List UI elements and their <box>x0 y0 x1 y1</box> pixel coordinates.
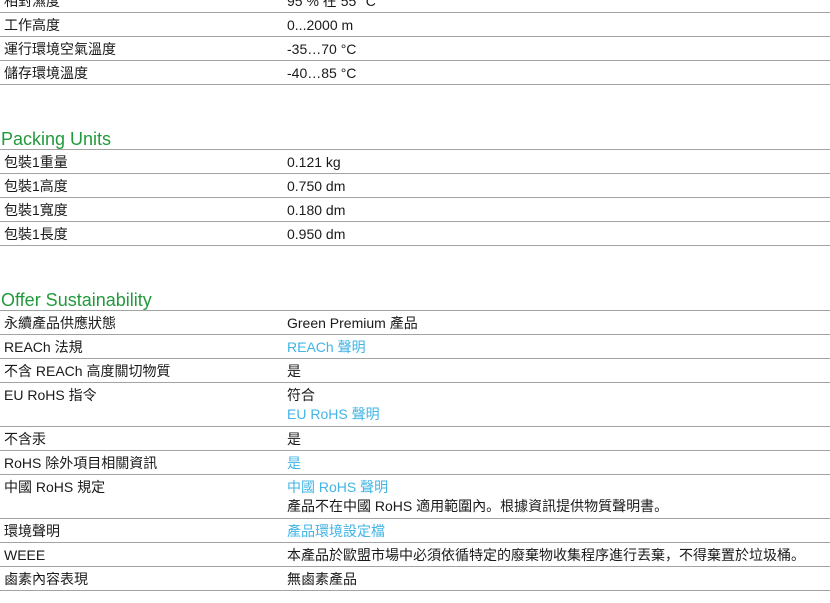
spec-value: 符合 EU RoHS 聲明 <box>283 383 830 426</box>
spec-value: 是 <box>287 431 301 447</box>
spec-row-ambient-temperature-storage: 儲存環境溫度 -40…85 °C <box>0 61 830 85</box>
spec-row-reach-svhc-free: 不含 REACh 高度關切物質 是 <box>0 359 830 383</box>
section-heading-offer-sustainability: Offer Sustainability <box>0 290 830 311</box>
spec-value: 無鹵素產品 <box>287 571 357 587</box>
reach-declaration-link[interactable]: REACh 聲明 <box>287 339 366 355</box>
spec-label: 環境聲明 <box>4 523 60 539</box>
spec-row-china-rohs-regulation: 中國 RoHS 規定 中國 RoHS 聲明 產品不在中國 RoHS 適用範圍內。… <box>0 475 830 519</box>
spec-value: 中國 RoHS 聲明 產品不在中國 RoHS 適用範圍內。根據資訊提供物質聲明書… <box>283 475 830 518</box>
spec-row-weee: WEEE 本產品於歐盟市場中必須依循特定的廢棄物收集程序進行丟棄，不得棄置於垃圾… <box>0 543 830 567</box>
spec-value: 產品環境設定檔 <box>283 519 830 542</box>
packing-units-section: Packing Units 包裝1重量 0.121 kg 包裝1高度 0.750… <box>0 129 830 246</box>
spec-label: 相對濕度 <box>4 0 60 9</box>
spec-label: 永續產品供應狀態 <box>4 315 116 331</box>
offer-sustainability-section: Offer Sustainability 永續產品供應狀態 Green Prem… <box>0 290 830 591</box>
spec-row-relative-humidity: 相對濕度 95 % 在 55 °C <box>0 0 830 13</box>
spec-label: 不含 REACh 高度關切物質 <box>4 363 171 379</box>
spec-value: 0.180 dm <box>287 202 346 218</box>
spec-value: 是 <box>287 363 301 379</box>
spec-label: 不含汞 <box>4 431 46 447</box>
spec-row-package-1-length: 包裝1長度 0.950 dm <box>0 222 830 246</box>
spec-value: 本產品於歐盟市場中必須依循特定的廢棄物收集程序進行丟棄，不得棄置於垃圾桶。 <box>287 547 805 563</box>
spec-row-eu-rohs-directive: EU RoHS 指令 符合 EU RoHS 聲明 <box>0 383 830 427</box>
spec-row-operating-altitude: 工作高度 0...2000 m <box>0 13 830 37</box>
spec-label: 包裝1寬度 <box>4 202 68 218</box>
product-environmental-profile-link[interactable]: 產品環境設定檔 <box>287 523 385 539</box>
spec-label: 包裝1高度 <box>4 178 68 194</box>
spec-value: 0.121 kg <box>287 154 341 170</box>
rohs-exemption-link[interactable]: 是 <box>287 455 301 471</box>
spec-value: -35…70 °C <box>287 41 357 57</box>
spec-row-halogen-content-performance: 鹵素內容表現 無鹵素產品 <box>0 567 830 591</box>
spec-label: 工作高度 <box>4 17 60 33</box>
spec-label: REACh 法規 <box>4 339 83 355</box>
spec-row-ambient-temperature-operation: 運行環境空氣溫度 -35…70 °C <box>0 37 830 61</box>
spec-label: 鹵素內容表現 <box>4 571 88 587</box>
china-rohs-note: 產品不在中國 RoHS 適用範圍內。根據資訊提供物質聲明書。 <box>287 498 669 514</box>
spec-label: 包裝1長度 <box>4 226 68 242</box>
spec-row-mercury-free: 不含汞 是 <box>0 427 830 451</box>
eu-rohs-declaration-link[interactable]: EU RoHS 聲明 <box>287 405 828 424</box>
spec-row-sustainable-offer-status: 永續產品供應狀態 Green Premium 產品 <box>0 311 830 335</box>
spec-row-package-1-height: 包裝1高度 0.750 dm <box>0 174 830 198</box>
spec-value: REACh 聲明 <box>283 335 830 358</box>
environment-section: 相對濕度 95 % 在 55 °C 工作高度 0...2000 m 運行環境空氣… <box>0 0 830 85</box>
spec-label: 中國 RoHS 規定 <box>4 479 106 495</box>
eu-rohs-status: 符合 <box>287 387 315 403</box>
spec-value: 0...2000 m <box>287 17 354 33</box>
product-spec-page: 相對濕度 95 % 在 55 °C 工作高度 0...2000 m 運行環境空氣… <box>0 0 830 603</box>
spec-label: RoHS 除外項目相關資訊 <box>4 455 158 471</box>
spec-row-environmental-disclosure: 環境聲明 產品環境設定檔 <box>0 519 830 543</box>
spec-row-reach-regulation: REACh 法規 REACh 聲明 <box>0 335 830 359</box>
spec-label: EU RoHS 指令 <box>4 387 97 403</box>
china-rohs-declaration-link[interactable]: 中國 RoHS 聲明 <box>287 478 828 497</box>
spec-label: 運行環境空氣溫度 <box>4 41 116 57</box>
spec-label: 儲存環境溫度 <box>4 65 88 81</box>
spec-row-package-1-width: 包裝1寬度 0.180 dm <box>0 198 830 222</box>
spec-value: 95 % 在 55 °C <box>287 0 376 9</box>
spec-label: WEEE <box>4 547 46 563</box>
spec-value: 0.950 dm <box>287 226 346 242</box>
spec-value: 0.750 dm <box>287 178 346 194</box>
spec-row-package-1-weight: 包裝1重量 0.121 kg <box>0 150 830 174</box>
spec-value: 是 <box>283 451 830 474</box>
section-heading-packing-units: Packing Units <box>0 129 830 150</box>
spec-label: 包裝1重量 <box>4 154 68 170</box>
spec-value: -40…85 °C <box>287 65 357 81</box>
spec-value: Green Premium 產品 <box>287 315 418 331</box>
spec-row-rohs-exemption-information: RoHS 除外項目相關資訊 是 <box>0 451 830 475</box>
